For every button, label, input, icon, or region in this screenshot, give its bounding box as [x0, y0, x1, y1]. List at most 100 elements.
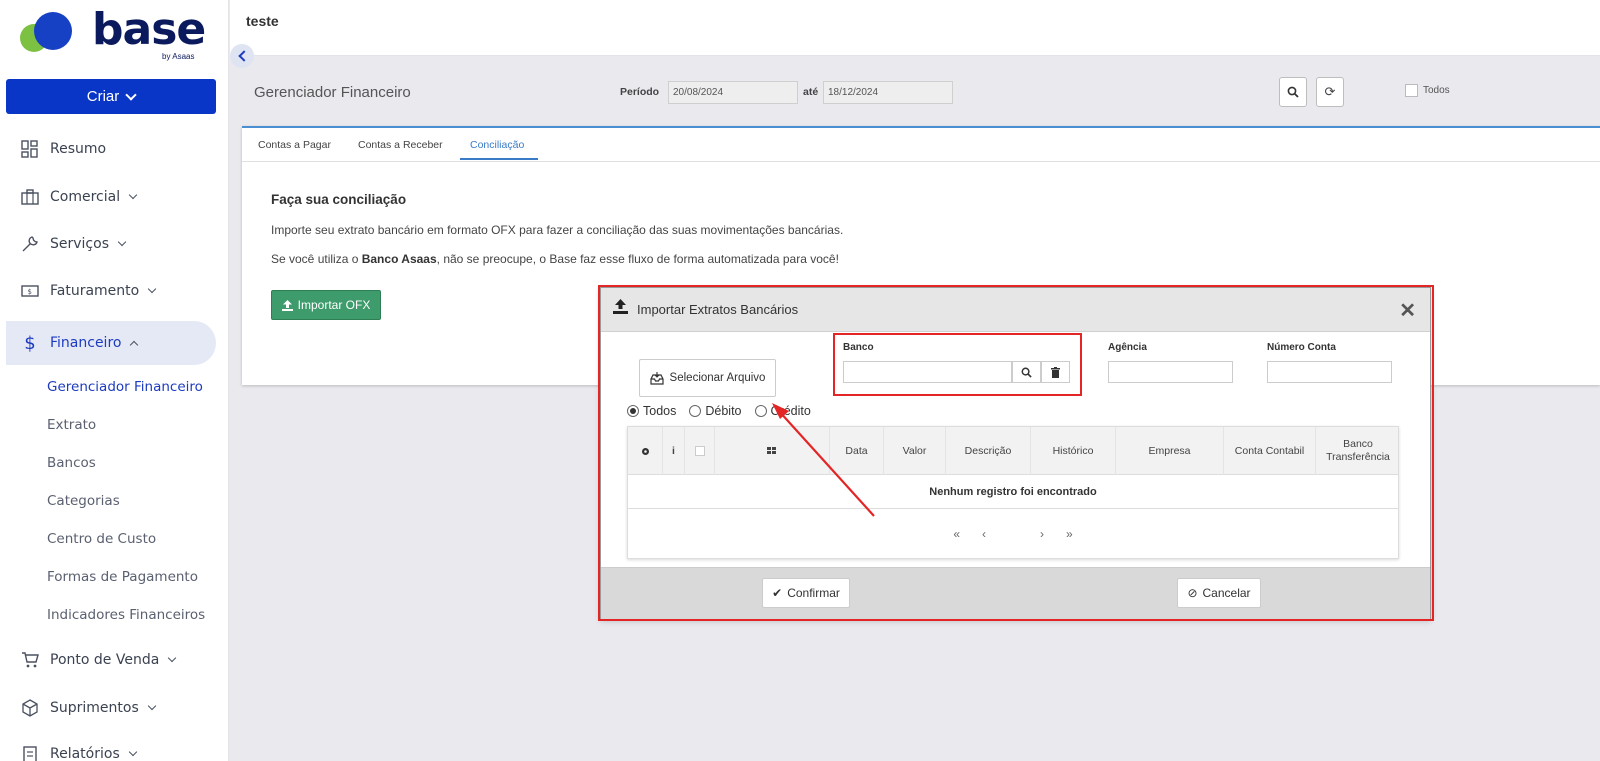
- empty-message: Nenhum registro foi encontrado: [628, 475, 1398, 509]
- sidebar-subitem-extrato[interactable]: Extrato: [47, 417, 96, 433]
- sidebar-subitem-centro-custo[interactable]: Centro de Custo: [47, 531, 156, 547]
- money-bill-icon: $: [20, 281, 40, 301]
- numero-conta-label: Número Conta: [1267, 342, 1336, 353]
- active-tab-indicator: [460, 158, 538, 160]
- sidebar-item-financeiro[interactable]: $ Financeiro: [6, 321, 216, 365]
- sidebar-item-suprimentos[interactable]: Suprimentos: [0, 686, 220, 730]
- conciliacao-description: Importe seu extrato bancário em formato …: [271, 223, 844, 237]
- dashboard-icon: [20, 139, 40, 159]
- top-bar: teste: [230, 0, 1600, 56]
- tab-conciliacao[interactable]: Conciliação: [470, 139, 524, 151]
- page-title: Gerenciador Financeiro: [254, 84, 411, 101]
- col-valor[interactable]: Valor: [883, 427, 945, 475]
- sidebar-item-ponto-venda[interactable]: Ponto de Venda: [0, 638, 220, 682]
- gear-column-header[interactable]: [628, 427, 662, 475]
- col-banco-transferencia[interactable]: Banco Transferência: [1315, 427, 1400, 475]
- conciliacao-asaas-note: Se você utiliza o Banco Asaas, não se pr…: [271, 252, 839, 266]
- chevron-down-icon: [147, 701, 157, 711]
- conciliacao-heading: Faça sua conciliação: [271, 192, 407, 207]
- statements-grid: i Data Valor Descrição Histórico Empresa…: [627, 426, 1399, 559]
- numero-conta-input[interactable]: [1267, 361, 1392, 383]
- svg-text:$: $: [28, 288, 32, 296]
- banco-highlight: [833, 333, 1082, 396]
- radio-credito[interactable]: Crédito: [754, 404, 811, 418]
- confirm-button[interactable]: ✔ Confirmar: [762, 578, 850, 608]
- inbox-icon: [649, 371, 664, 385]
- sidebar-subitem-formas-pagamento[interactable]: Formas de Pagamento: [47, 569, 198, 585]
- sidebar-item-servicos[interactable]: Serviços: [0, 222, 220, 266]
- pagination: « ‹ › »: [628, 527, 1398, 541]
- date-from-input[interactable]: [668, 81, 798, 104]
- chevron-down-icon: [168, 653, 177, 663]
- upload-icon: [281, 299, 293, 311]
- todos-checkbox[interactable]: [1405, 84, 1418, 97]
- chevron-down-icon: [128, 747, 137, 757]
- report-icon: [20, 744, 40, 761]
- cancel-button[interactable]: ⊘ Cancelar: [1177, 578, 1261, 608]
- box-icon: [20, 698, 40, 718]
- sidebar-subitem-gerenciador[interactable]: Gerenciador Financeiro: [47, 379, 203, 395]
- periodo-label: Período: [620, 86, 660, 98]
- chevron-down-icon: [117, 237, 127, 247]
- type-filter-radios: Todos Débito Crédito: [627, 404, 824, 418]
- upload-icon: [613, 299, 628, 314]
- ate-label: até: [803, 86, 819, 98]
- date-to-input[interactable]: [823, 81, 953, 104]
- sidebar-item-comercial[interactable]: Comercial: [0, 175, 220, 219]
- sidebar-item-resumo[interactable]: Resumo: [0, 127, 220, 171]
- base-logo[interactable]: base by Asaas: [20, 4, 210, 65]
- chevron-up-icon: [130, 340, 139, 349]
- import-statements-modal: Importar Extratos Bancários ✕ Selecionar…: [600, 287, 1431, 620]
- refresh-icon: ⟳: [1324, 84, 1336, 99]
- sidebar-subitem-indicadores[interactable]: Indicadores Financeiros: [47, 607, 205, 623]
- radio-debito[interactable]: Débito: [689, 404, 742, 418]
- prev-page-icon[interactable]: ‹: [982, 527, 986, 541]
- chevron-down-icon: [128, 190, 138, 200]
- sidebar-subitem-categorias[interactable]: Categorias: [47, 493, 120, 509]
- grid-header: i Data Valor Descrição Histórico Empresa…: [628, 427, 1398, 475]
- ban-icon: ⊘: [1187, 586, 1198, 600]
- todos-label: Todos: [1423, 85, 1450, 96]
- chevron-down-icon: [147, 284, 157, 294]
- select-all-checkbox[interactable]: [684, 427, 714, 475]
- grid-menu-icon[interactable]: [714, 427, 829, 475]
- sidebar: base by Asaas Criar Resumo Comercial Ser…: [0, 0, 229, 761]
- agencia-label: Agência: [1108, 342, 1147, 353]
- sidebar-subitem-bancos[interactable]: Bancos: [47, 455, 96, 471]
- next-page-icon[interactable]: ›: [1040, 527, 1044, 541]
- chevron-left-icon: [237, 50, 250, 62]
- modal-footer: ✔ Confirmar ⊘ Cancelar: [601, 567, 1430, 620]
- refresh-button[interactable]: ⟳: [1316, 77, 1344, 107]
- select-file-button[interactable]: Selecionar Arquivo: [639, 359, 776, 397]
- col-conta-contabil[interactable]: Conta Contabil: [1223, 427, 1315, 475]
- last-page-icon[interactable]: »: [1066, 527, 1073, 541]
- first-page-icon[interactable]: «: [953, 527, 960, 541]
- check-icon: ✔: [772, 586, 783, 600]
- sidebar-item-faturamento[interactable]: $ Faturamento: [0, 269, 220, 313]
- col-empresa[interactable]: Empresa: [1115, 427, 1223, 475]
- modal-title: Importar Extratos Bancários: [637, 302, 799, 317]
- close-icon[interactable]: ✕: [1399, 298, 1416, 323]
- info-icon: i: [662, 427, 684, 475]
- sidebar-item-relatorios[interactable]: Relatórios: [0, 732, 220, 761]
- importar-ofx-button[interactable]: Importar OFX: [271, 290, 381, 320]
- criar-button[interactable]: Criar: [6, 79, 216, 114]
- col-historico[interactable]: Histórico: [1030, 427, 1115, 475]
- col-data[interactable]: Data: [829, 427, 883, 475]
- radio-todos[interactable]: Todos: [627, 404, 676, 418]
- agencia-input[interactable]: [1108, 361, 1233, 383]
- tab-contas-pagar[interactable]: Contas a Pagar: [258, 139, 331, 151]
- tab-contas-receber[interactable]: Contas a Receber: [358, 139, 443, 151]
- wrench-icon: [20, 234, 40, 254]
- modal-header: Importar Extratos Bancários ✕: [601, 288, 1430, 332]
- collapse-sidebar-button[interactable]: [230, 44, 254, 68]
- dollar-icon: $: [24, 332, 36, 354]
- search-icon: [1287, 86, 1299, 98]
- search-button[interactable]: [1279, 77, 1307, 107]
- page-header-title: teste: [246, 13, 279, 29]
- col-descricao[interactable]: Descrição: [945, 427, 1030, 475]
- gear-icon: [641, 447, 649, 455]
- cart-icon: [20, 650, 40, 670]
- briefcase-icon: [20, 187, 40, 207]
- chevron-down-icon: [125, 88, 137, 101]
